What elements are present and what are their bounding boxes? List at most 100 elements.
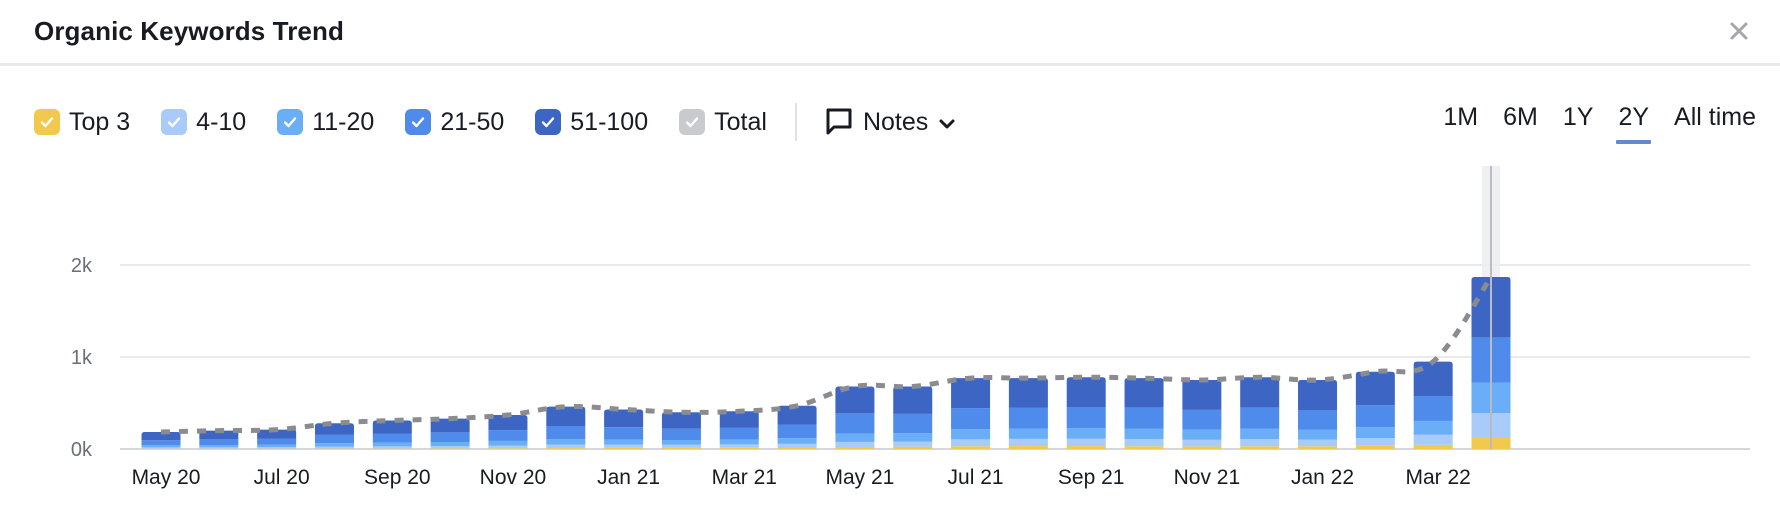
- bar-stack[interactable]: [372, 420, 412, 449]
- bar-segment-11-20: [604, 439, 644, 445]
- bar-stack[interactable]: [314, 423, 354, 449]
- bar-stack[interactable]: [604, 409, 644, 449]
- bar-segment-4-10: [372, 446, 412, 449]
- bar-stack[interactable]: [893, 386, 933, 449]
- period-2y[interactable]: 2Y: [1616, 103, 1651, 144]
- bar-stack[interactable]: [777, 405, 817, 449]
- x-tick-label: Mar 21: [712, 466, 777, 489]
- bar-stack[interactable]: [430, 418, 470, 449]
- legend-item-11-20[interactable]: 11-20: [277, 108, 374, 137]
- bar-stack[interactable]: [719, 411, 759, 449]
- bar-stack[interactable]: [488, 414, 528, 449]
- bar-segment-51-100: [314, 423, 354, 435]
- y-tick-label: 1k: [71, 347, 93, 369]
- bar-segment-top-3: [835, 446, 875, 449]
- bar-segment-21-50: [546, 426, 586, 440]
- bar-segment-4-10: [1413, 434, 1453, 445]
- x-tick-label: May 21: [825, 466, 894, 489]
- legend-item-4-10[interactable]: 4-10: [161, 108, 246, 137]
- bar-stack[interactable]: [1008, 378, 1048, 449]
- bar-stack[interactable]: [546, 406, 586, 449]
- legend-item-21-50[interactable]: 21-50: [405, 108, 504, 137]
- bar-segment-21-50: [777, 424, 817, 439]
- bar-segment-11-20: [835, 433, 875, 442]
- bar-segment-11-20: [1124, 428, 1164, 440]
- legend-item-51-100[interactable]: 51-100: [535, 108, 648, 137]
- x-tick-label: Sep 20: [364, 466, 431, 489]
- notes-dropdown[interactable]: Notes: [825, 107, 958, 137]
- checkbox-11-20[interactable]: [277, 109, 304, 135]
- bar-segment-4-10: [141, 447, 181, 449]
- bar-segment-51-100: [1413, 361, 1453, 397]
- x-tick-label: Jul 20: [254, 466, 310, 489]
- bar-segment-top-3: [546, 448, 586, 449]
- bar-segment-11-20: [1240, 428, 1280, 440]
- bar-segment-21-50: [1240, 407, 1280, 429]
- bar-stack[interactable]: [951, 378, 991, 449]
- bar-segment-top-3: [488, 448, 528, 449]
- bar-segment-4-10: [314, 446, 354, 449]
- bar-stack[interactable]: [1066, 377, 1106, 449]
- x-tick-label: Jan 22: [1291, 466, 1354, 489]
- bar-stack[interactable]: [1298, 380, 1338, 449]
- notes-label: Notes: [862, 107, 929, 136]
- bar-segment-top-3: [1182, 446, 1222, 449]
- bar-segment-11-20: [488, 440, 528, 446]
- check-icon: [167, 117, 181, 128]
- legend-label: 4-10: [196, 107, 247, 136]
- bar-segment-21-50: [1008, 407, 1048, 429]
- bar-segment-4-10: [1182, 439, 1222, 447]
- legend-item-total[interactable]: Total: [679, 108, 767, 137]
- legend-label: Top 3: [69, 107, 131, 136]
- bar-segment-11-20: [372, 442, 412, 447]
- checkbox-51-100[interactable]: [535, 109, 562, 135]
- bar-segment-21-50: [1066, 407, 1106, 429]
- bar-segment-4-10: [835, 441, 875, 447]
- bar-stack[interactable]: [1182, 380, 1222, 449]
- bar-segment-4-10: [1240, 439, 1280, 447]
- chevron-down-icon: [939, 119, 955, 129]
- bar-segment-4-10: [430, 446, 470, 449]
- legend-item-top3[interactable]: Top 3: [34, 108, 130, 137]
- bar-segment-51-100: [777, 405, 817, 425]
- bar-stack[interactable]: [1240, 377, 1280, 449]
- bar-segment-51-100: [141, 431, 181, 441]
- check-icon: [542, 117, 555, 128]
- bar-segment-4-10: [893, 441, 933, 447]
- bar-segment-4-10: [661, 444, 701, 448]
- bar-segment-21-50: [719, 427, 759, 440]
- bar-segment-51-100: [1124, 378, 1164, 408]
- bar-segment-11-20: [951, 429, 991, 440]
- bar-segment-top-3: [1240, 446, 1280, 449]
- checkbox-21-50[interactable]: [405, 109, 432, 135]
- checkbox-total[interactable]: [679, 109, 706, 135]
- bar-stack[interactable]: [1413, 361, 1453, 449]
- period-all-time[interactable]: All time: [1674, 103, 1756, 142]
- bar-segment-11-20: [1355, 427, 1395, 439]
- bar-segment-11-20: [1008, 428, 1048, 439]
- bar-stack[interactable]: [1124, 378, 1164, 449]
- period-1m[interactable]: 1M: [1443, 103, 1478, 142]
- bar-segment-top-3: [430, 448, 470, 449]
- bar-segment-21-50: [372, 433, 412, 443]
- x-tick-label: Mar 22: [1405, 466, 1470, 489]
- bar-segment-11-20: [893, 433, 933, 442]
- bar-stack[interactable]: [835, 386, 875, 449]
- bar-segment-51-100: [1298, 380, 1338, 410]
- bar-segment-11-20: [777, 438, 817, 444]
- checkbox-top3[interactable]: [34, 109, 60, 135]
- check-icon: [40, 117, 54, 128]
- bar-stack[interactable]: [141, 431, 181, 449]
- period-6m[interactable]: 6M: [1503, 103, 1538, 142]
- bar-stack[interactable]: [661, 412, 701, 449]
- close-button[interactable]: [1724, 16, 1754, 46]
- bar-stack[interactable]: [1355, 371, 1395, 449]
- check-icon: [412, 117, 425, 128]
- bar-segment-21-50: [430, 432, 470, 443]
- bar-segment-4-10: [719, 444, 759, 448]
- bars: [141, 166, 1511, 449]
- checkbox-4-10[interactable]: [161, 109, 188, 135]
- bar-stack[interactable]: [257, 429, 297, 449]
- bar-segment-11-20: [1066, 428, 1106, 439]
- period-1y[interactable]: 1Y: [1563, 103, 1594, 142]
